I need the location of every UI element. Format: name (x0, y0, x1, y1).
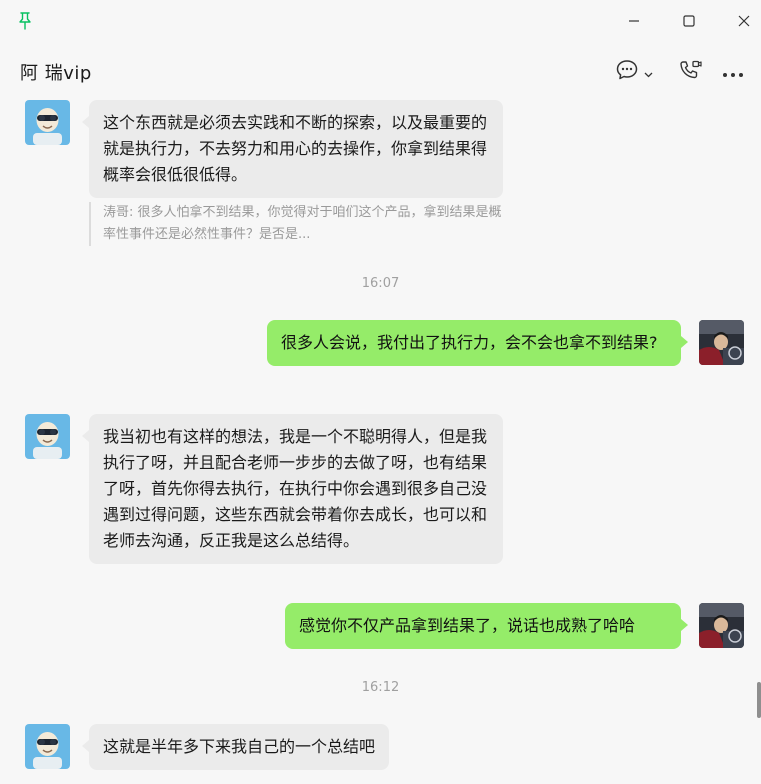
message-bubble-outgoing[interactable]: 很多人会说，我付出了执行力，会不会也拿不到结果? (267, 320, 681, 366)
title-bar (0, 0, 761, 44)
timestamp: 16:07 (361, 276, 400, 291)
bubble-tail (82, 740, 89, 752)
chevron-down-icon (644, 63, 653, 82)
chat-bubble-icon (615, 59, 639, 85)
maximize-button[interactable] (675, 10, 703, 32)
minimize-icon (628, 12, 640, 31)
message-bubble-outgoing[interactable]: 感觉你不仅产品拿到结果了，说话也成熟了哈哈 (285, 603, 681, 649)
video-call-icon (678, 59, 702, 85)
my-avatar[interactable] (699, 603, 744, 648)
contact-avatar[interactable] (25, 414, 70, 459)
bubble-tail (82, 430, 89, 442)
chat-info-button[interactable] (615, 60, 653, 84)
bubble-tail (82, 116, 89, 128)
message-bubble-incoming[interactable]: 我当初也有这样的想法，我是一个不聪明得人，但是我执行了呀，并且配合老师一步步的去… (89, 414, 503, 564)
contact-avatar[interactable] (25, 724, 70, 769)
close-icon (738, 12, 750, 31)
more-button[interactable] (722, 60, 744, 84)
my-avatar[interactable] (699, 320, 744, 365)
quoted-message[interactable]: 涛哥: 很多人怕拿不到结果，你觉得对于咱们这个产品，拿到结果是概率性事件还是必然… (89, 202, 503, 246)
message-bubble-incoming[interactable]: 这个东西就是必须去实践和不断的探索，以及最重要的就是执行力，不去努力和用心的去操… (89, 100, 503, 198)
bubble-tail (681, 336, 688, 348)
bubble-tail (681, 619, 688, 631)
contact-avatar[interactable] (25, 100, 70, 145)
timestamp: 16:12 (361, 680, 400, 695)
scrollbar-thumb[interactable] (757, 682, 761, 718)
maximize-icon (683, 12, 695, 31)
more-icon (722, 63, 744, 82)
minimize-button[interactable] (620, 10, 648, 32)
video-call-button[interactable] (678, 60, 702, 84)
pin-icon[interactable] (18, 12, 32, 30)
chat-header: 阿 瑞vip (0, 44, 761, 100)
message-list[interactable]: 这个东西就是必须去实践和不断的探索，以及最重要的就是执行力，不去努力和用心的去操… (0, 100, 761, 784)
chat-title[interactable]: 阿 瑞vip (20, 59, 92, 85)
close-button[interactable] (730, 10, 758, 32)
message-bubble-incoming[interactable]: 这就是半年多下来我自己的一个总结吧 (89, 724, 390, 770)
